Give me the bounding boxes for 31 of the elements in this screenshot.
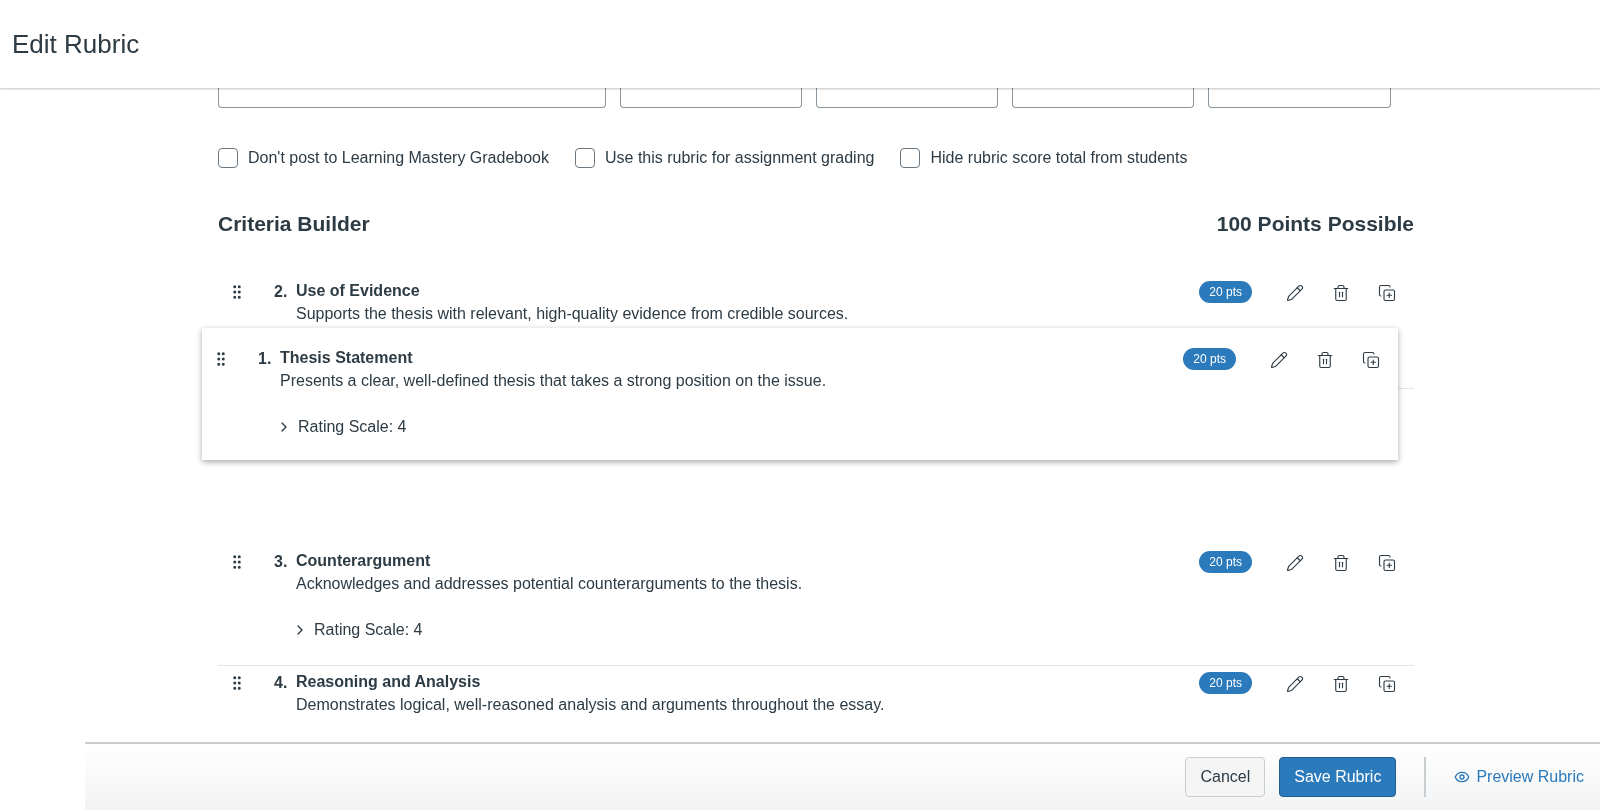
points-total: 100 Points Possible bbox=[1216, 212, 1414, 236]
criterion-description: Supports the thesis with relevant, high-quality evidence from credible sources. bbox=[295, 304, 850, 324]
cancel-button[interactable]: Cancel bbox=[1185, 757, 1266, 797]
points-badge: 20 pts bbox=[1183, 348, 1236, 370]
criterion-number: 3. bbox=[274, 552, 289, 572]
rating-scale-toggle[interactable]: Rating Scale: 4 bbox=[276, 418, 407, 436]
checkbox-label: Hide rubric score total from students bbox=[930, 149, 1188, 167]
page-title: Edit Rubric bbox=[12, 28, 140, 60]
checkbox[interactable] bbox=[900, 148, 921, 168]
criterion-description: Presents a clear, well-defined thesis that takes a strong position on the issue. bbox=[279, 371, 828, 391]
preview-link[interactable]: Preview Rubric bbox=[1454, 768, 1584, 786]
points-badge: 20 pts bbox=[1199, 281, 1252, 303]
save-button[interactable]: Save Rubric bbox=[1279, 757, 1397, 797]
criterion-number: 1. bbox=[258, 349, 273, 369]
criterion-name: Thesis Statement bbox=[280, 348, 414, 368]
criterion-description: Demonstrates logical, well-reasoned analysis and arguments throughout the essay. bbox=[295, 695, 886, 715]
criterion-number: 4. bbox=[274, 673, 289, 693]
criterion-name: Counterargument bbox=[296, 551, 432, 571]
rating-scale-toggle[interactable]: Rating Scale: 4 bbox=[292, 621, 423, 639]
eye-icon bbox=[1454, 769, 1471, 785]
points-badge: 20 pts bbox=[1199, 672, 1252, 694]
criterion-description: Acknowledges and addresses potential counterarguments to the thesis. bbox=[295, 574, 804, 594]
checkbox-label: Use this rubric for assignment grading bbox=[605, 149, 875, 167]
section-title: Criteria Builder bbox=[218, 212, 370, 236]
criterion-name: Reasoning and Analysis bbox=[296, 672, 482, 692]
points-badge: 20 pts bbox=[1199, 551, 1252, 573]
criterion-name: Use of Evidence bbox=[296, 281, 421, 301]
dragged-criterion-card[interactable]: 1. Thesis Statement Presents a clear, well-defined thesis that takes a strong position on the issue. Rating Scale: 4 20 pts bbox=[202, 328, 1398, 460]
checkbox[interactable] bbox=[575, 148, 595, 168]
checkbox[interactable] bbox=[218, 148, 238, 168]
checkbox-label: Don't post to Learning Mastery Gradebook bbox=[248, 149, 549, 167]
